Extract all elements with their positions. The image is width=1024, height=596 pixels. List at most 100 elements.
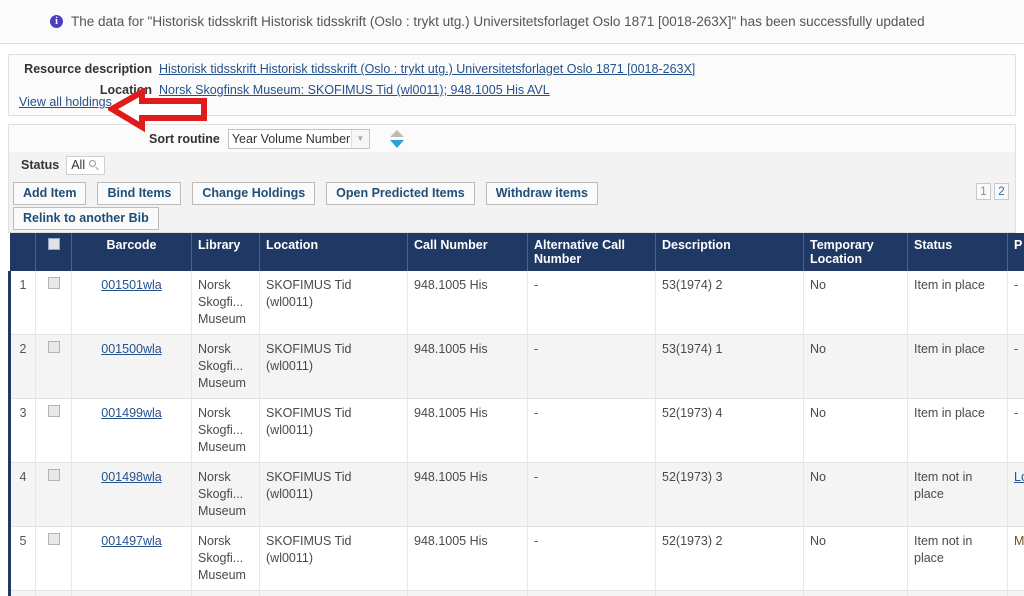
row-index-value: 4 [19,470,27,484]
location-value: SKOFIMUS Tid (wl0011) [266,534,352,565]
table-row[interactable]: 5 001497wla Norsk Skogfi... Museum SKOFIMUS… [8,526,1024,591]
row-select-checkbox[interactable] [47,277,60,289]
column-header-temporary-location[interactable]: Temporary Location [803,233,908,271]
cell-barcode[interactable]: 001496wla [71,590,192,596]
barcode-link[interactable]: 001501wla [101,278,161,292]
row-select-checkbox[interactable] [47,405,60,417]
info-icon: i [50,15,63,28]
table-row[interactable]: 6 001496wlaNorsk Skogfi... MuseumSKOFIMUS… [8,590,1024,596]
cell-process-type: M [1007,526,1024,591]
column-header-description[interactable]: Description [655,233,804,271]
column-header-status[interactable]: Status [907,233,1008,271]
process-type-link[interactable]: Lo [1014,470,1024,484]
cell-barcode[interactable]: 001497wla [71,526,192,591]
row-index: 1 [8,271,36,335]
cell-description: 52(1973) 3 [655,462,804,527]
resource-description-link[interactable]: Historisk tidsskrift Historisk tidsskrif… [159,62,695,76]
row-select-checkbox-cell[interactable] [35,398,72,463]
row-select-checkbox-cell[interactable] [35,526,72,591]
cell-barcode[interactable]: 001499wla [71,398,192,463]
cell-location: SKOFIMUS Tid (wl0011) [259,590,408,596]
table-row[interactable]: 1 001501wla Norsk Skogfi... Museum SKOFIMUS… [8,271,1024,335]
pagination-page-1[interactable]: 1 [976,183,991,200]
row-select-checkbox[interactable] [47,341,60,353]
column-header-select-all[interactable] [35,233,72,271]
location-value: SKOFIMUS Tid (wl0011) [266,278,352,309]
barcode-link[interactable]: 001500wla [101,342,161,356]
sort-ascending-descending-icon[interactable] [388,129,406,149]
cell-description: 52(1973) 2 [655,526,804,591]
cell-barcode[interactable]: 001500wla [71,334,192,399]
process-type-value: - [1014,342,1019,356]
relink-to-another-bib-button[interactable]: Relink to another Bib [13,207,159,230]
temporary-location-value: No [810,470,826,484]
cell-barcode[interactable]: 001501wla [71,271,192,335]
row-select-checkbox-cell[interactable] [35,271,72,335]
chevron-down-icon: ▼ [350,129,369,148]
cell-library: Norsk Skogfi... Museum [191,462,260,527]
items-table: Barcode Library Location Call Number Alt… [8,233,1024,596]
row-index: 2 [8,334,36,399]
cell-process-type[interactable]: Lo [1007,462,1024,527]
cell-temporary-location: No [803,398,908,463]
cell-description: 52(1973) 4 [655,398,804,463]
barcode-link[interactable]: 001497wla [101,534,161,548]
barcode-link[interactable]: 001498wla [101,470,161,484]
temporary-location-value: No [810,406,826,420]
select-all-checkbox[interactable] [47,238,60,250]
cell-call-number: 948.1005 His [407,334,528,399]
status-filter-label: Status [21,158,60,172]
process-type-value: M [1014,534,1024,548]
column-header-alternative-call-number[interactable]: Alternative Call Number [527,233,656,271]
add-item-button[interactable]: Add Item [13,182,87,205]
status-filter-value: All [71,158,86,172]
cell-temporary-location: No [803,526,908,591]
pagination-page-2[interactable]: 2 [994,183,1009,200]
column-header-location[interactable]: Location [259,233,408,271]
table-row[interactable]: 4 001498wla Norsk Skogfi... Museum SKOFIMUS… [8,462,1024,527]
change-holdings-button[interactable]: Change Holdings [192,182,316,205]
row-index: 5 [8,526,36,591]
pagination: 1 2 [976,183,1009,200]
column-header-barcode[interactable]: Barcode [71,233,192,271]
description-value: 52(1973) 4 [662,406,723,420]
row-select-checkbox-cell[interactable] [35,462,72,527]
open-predicted-items-button[interactable]: Open Predicted Items [326,182,475,205]
row-index: 6 [8,590,36,596]
row-select-checkbox[interactable] [47,533,60,545]
description-value: 52(1973) 2 [662,534,723,548]
withdraw-items-button[interactable]: Withdraw items [485,182,598,205]
sort-routine-select[interactable]: Year Volume Number ▼ [227,128,370,149]
resource-info-panel: Resource description Historisk tidsskrif… [8,54,1016,116]
view-all-holdings-link[interactable]: View all holdings [19,95,112,109]
column-header-library[interactable]: Library [191,233,260,271]
cell-process-type: - [1007,271,1024,335]
items-action-toolbar: Add Item Bind Items Change Holdings Open… [8,178,1016,233]
table-row[interactable]: 3 001499wla Norsk Skogfi... Museum SKOFIMUS… [8,398,1024,463]
row-select-checkbox[interactable] [47,469,60,481]
cell-barcode[interactable]: 001498wla [71,462,192,527]
success-alert-text: The data for "Historisk tidsskrift Histo… [71,14,925,29]
cell-alternative-call-number: - [527,271,656,335]
column-header-process-type[interactable]: P [1007,233,1024,271]
cell-process-type: - [1007,334,1024,399]
location-link[interactable]: Norsk Skogfinsk Museum: SKOFIMUS Tid (wl… [159,83,550,97]
cell-alternative-call-number: - [527,462,656,527]
row-select-checkbox-cell[interactable] [35,334,72,399]
status-filter-input[interactable]: All [66,155,106,175]
cell-location: SKOFIMUS Tid (wl0011) [259,462,408,527]
table-row[interactable]: 2 001500wla Norsk Skogfi... Museum SKOFIMUS… [8,334,1024,399]
status-value: Item in place [914,342,985,356]
row-select-checkbox-cell[interactable] [35,590,72,596]
temporary-location-value: No [810,534,826,548]
bind-items-button[interactable]: Bind Items [97,182,182,205]
barcode-link[interactable]: 001499wla [101,406,161,420]
cell-location: SKOFIMUS Tid (wl0011) [259,526,408,591]
column-header-call-number[interactable]: Call Number [407,233,528,271]
cell-alternative-call-number: - [527,526,656,591]
cell-location: SKOFIMUS Tid (wl0011) [259,398,408,463]
row-index-value: 5 [19,534,27,548]
resource-description-label: Resource description [24,62,152,76]
column-header-index [9,233,36,271]
status-value: Item not in place [914,470,973,501]
